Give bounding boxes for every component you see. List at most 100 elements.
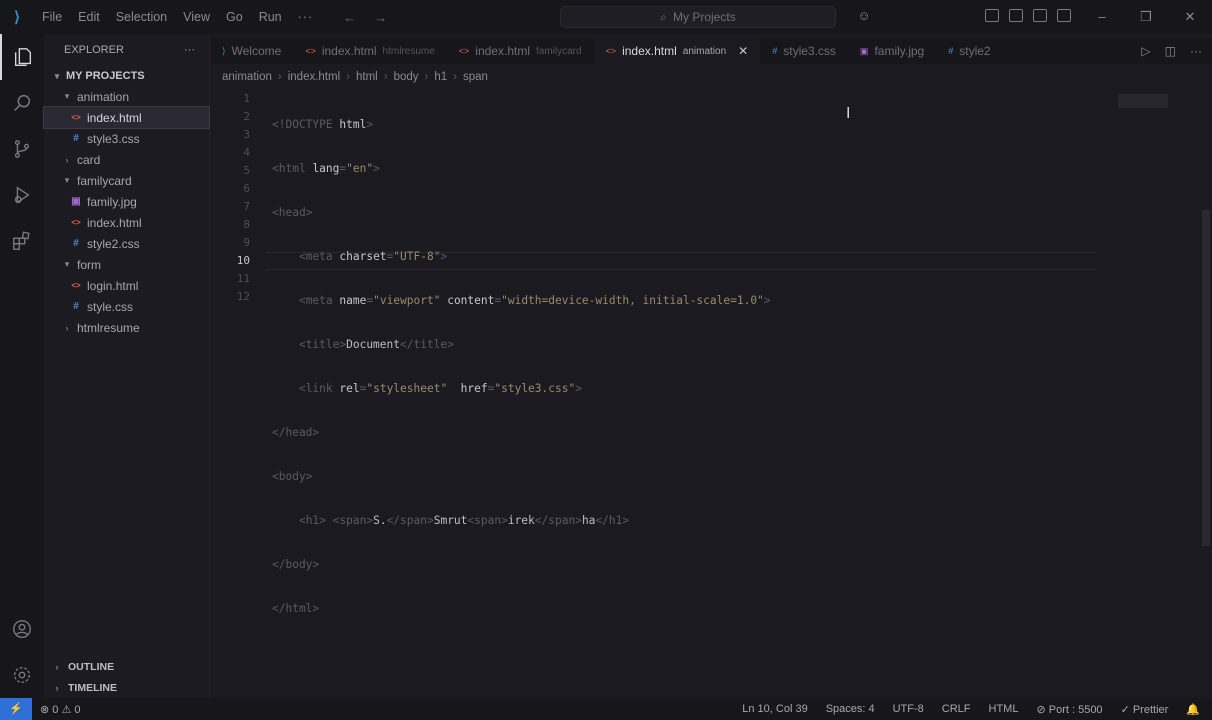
split-editor-icon[interactable]: ◫ xyxy=(1165,44,1176,58)
prettier-status[interactable]: ✓ Prettier xyxy=(1121,703,1169,716)
tab-label: style2 xyxy=(959,44,991,58)
code-content[interactable]: <!DOCTYPE html> <html lang="en"> <head> … xyxy=(272,90,771,644)
explorer-sidebar: EXPLORER ··· ▾ MY PROJECTS ▾ animation <> i… xyxy=(43,34,210,698)
customize-layout-icon[interactable] xyxy=(985,9,999,22)
tree-item-label: login.html xyxy=(87,278,139,293)
minimize-icon[interactable]: – xyxy=(1080,0,1124,34)
forward-arrow-icon[interactable]: → xyxy=(374,10,387,25)
html-file-icon: <> xyxy=(71,281,81,290)
tree-file[interactable]: # style2.css xyxy=(44,233,209,254)
tree-file[interactable]: # style3.css xyxy=(44,128,209,149)
remote-indicator-icon[interactable]: ⚡ xyxy=(0,698,32,720)
html-icon: <> xyxy=(605,46,617,56)
outline-section[interactable]: › OUTLINE xyxy=(44,656,210,677)
tree-item-label: htmlresume xyxy=(77,320,140,335)
line-ending[interactable]: CRLF xyxy=(942,703,971,716)
source-control-icon[interactable] xyxy=(0,126,44,172)
workspace-root-label: MY PROJECTS xyxy=(66,70,145,82)
toggle-secondary-sidebar-icon[interactable] xyxy=(1057,9,1071,22)
tab-label: index.html xyxy=(622,44,677,58)
line-number: 4 xyxy=(243,146,250,159)
editor-tab[interactable]: # style3.css xyxy=(760,38,848,64)
toggle-sidebar-icon[interactable] xyxy=(1009,9,1023,22)
settings-gear-icon[interactable] xyxy=(0,652,44,698)
run-debug-icon[interactable] xyxy=(0,172,44,218)
explorer-icon[interactable] xyxy=(0,34,44,80)
code-editor[interactable]: 1 2 3 4 5 6 7 8 9 10 11 12 <!DOCTYPE html> <html la… xyxy=(210,86,1212,698)
menu-file[interactable]: File xyxy=(34,10,70,24)
command-center[interactable]: ⌕ My Projects xyxy=(560,6,836,28)
tree-item-label: index.html xyxy=(87,110,142,125)
editor-tab[interactable]: <> index.html htmlresume xyxy=(293,38,446,64)
restore-icon[interactable]: ❐ xyxy=(1124,0,1168,34)
breadcrumb-item[interactable]: span xyxy=(463,71,488,83)
breadcrumb-item[interactable]: h1 xyxy=(434,71,447,83)
breadcrumb-item[interactable]: html xyxy=(356,71,378,83)
minimap[interactable] xyxy=(1118,94,1168,108)
editor-tab[interactable]: <> index.html animation ✕ xyxy=(593,38,761,64)
editor-tab[interactable]: <> index.html familycard xyxy=(447,38,594,64)
run-icon[interactable]: ▷ xyxy=(1141,44,1150,58)
line-number: 8 xyxy=(243,218,250,231)
menu-go[interactable]: Go xyxy=(218,10,251,24)
copilot-icon[interactable]: ☺ xyxy=(855,8,873,26)
encoding[interactable]: UTF-8 xyxy=(893,703,924,716)
close-tab-icon[interactable]: ✕ xyxy=(738,44,748,58)
breadcrumb-item[interactable]: index.html xyxy=(288,71,340,83)
tree-folder[interactable]: ▾ animation xyxy=(44,86,209,107)
html-icon: <> xyxy=(458,46,470,56)
extensions-icon[interactable] xyxy=(0,218,44,264)
tree-folder[interactable]: ▾ form xyxy=(44,254,209,275)
css-icon: # xyxy=(772,46,778,56)
editor-tabs: ⟩ Welcome <> index.html htmlresume <> index.ht… xyxy=(210,38,1212,64)
tree-file[interactable]: ▣ family.jpg xyxy=(44,191,209,212)
editor-tab[interactable]: ▣ family.jpg xyxy=(848,38,936,64)
menu-view[interactable]: View xyxy=(175,10,218,24)
menu-run[interactable]: Run xyxy=(251,10,290,24)
tab-label: index.html xyxy=(321,44,377,58)
tree-folder[interactable]: › htmlresume xyxy=(44,317,209,338)
chevron-right-icon: › xyxy=(55,682,59,693)
line-number: 10 xyxy=(236,254,250,267)
menu-more[interactable]: ··· xyxy=(290,10,322,24)
search-activity-icon[interactable] xyxy=(0,80,44,126)
css-file-icon: # xyxy=(73,301,79,312)
more-actions-icon[interactable]: ··· xyxy=(1190,44,1202,58)
account-icon[interactable] xyxy=(0,606,44,652)
tree-file[interactable]: # style.css xyxy=(44,296,209,317)
close-window-icon[interactable]: ✕ xyxy=(1168,0,1212,34)
tab-label: family.jpg xyxy=(874,44,925,58)
problems-status[interactable]: ⊗ 0 ⚠ 0 xyxy=(40,703,80,716)
vertical-scrollbar[interactable] xyxy=(1202,210,1210,546)
chevron-right-icon: › xyxy=(65,322,69,333)
file-tree: ▾ animation <> index.html # style3.css › card ▾ f… xyxy=(43,86,210,338)
more-actions-icon[interactable]: ··· xyxy=(184,44,195,56)
workspace-root[interactable]: ▾ MY PROJECTS xyxy=(44,66,209,86)
editor-tab[interactable]: # style2 xyxy=(936,38,1002,64)
live-server-port[interactable]: ⊘ Port : 5500 xyxy=(1036,703,1102,716)
tree-item-label: family.jpg xyxy=(87,194,137,209)
tree-file[interactable]: <> index.html xyxy=(44,212,209,233)
breadcrumb-item[interactable]: body xyxy=(394,71,419,83)
tree-folder[interactable]: ▾ familycard xyxy=(44,170,209,191)
chevron-down-icon: ▾ xyxy=(64,259,70,269)
tree-file[interactable]: <> login.html xyxy=(44,275,209,296)
menu-edit[interactable]: Edit xyxy=(70,10,108,24)
timeline-section[interactable]: › TIMELINE xyxy=(44,677,210,698)
tree-file[interactable]: <> index.html xyxy=(43,106,210,129)
language-mode[interactable]: HTML xyxy=(989,703,1019,716)
tab-label: Welcome xyxy=(231,44,282,58)
cursor-position[interactable]: Ln 10, Col 39 xyxy=(742,703,807,716)
breadcrumb-separator-icon: › xyxy=(383,71,388,83)
indentation[interactable]: Spaces: 4 xyxy=(826,703,875,716)
toggle-panel-icon[interactable] xyxy=(1033,9,1047,22)
editor-tab[interactable]: ⟩ Welcome xyxy=(210,38,293,64)
notifications-bell-icon[interactable]: 🔔 xyxy=(1186,703,1200,716)
breadcrumb-separator-icon: › xyxy=(346,71,350,83)
back-arrow-icon[interactable]: ← xyxy=(343,10,356,25)
tree-folder[interactable]: › card xyxy=(44,149,209,170)
chevron-right-icon: › xyxy=(65,154,69,165)
menu-selection[interactable]: Selection xyxy=(108,10,175,24)
breadcrumb-item[interactable]: animation xyxy=(222,71,272,83)
line-number: 7 xyxy=(243,200,250,213)
